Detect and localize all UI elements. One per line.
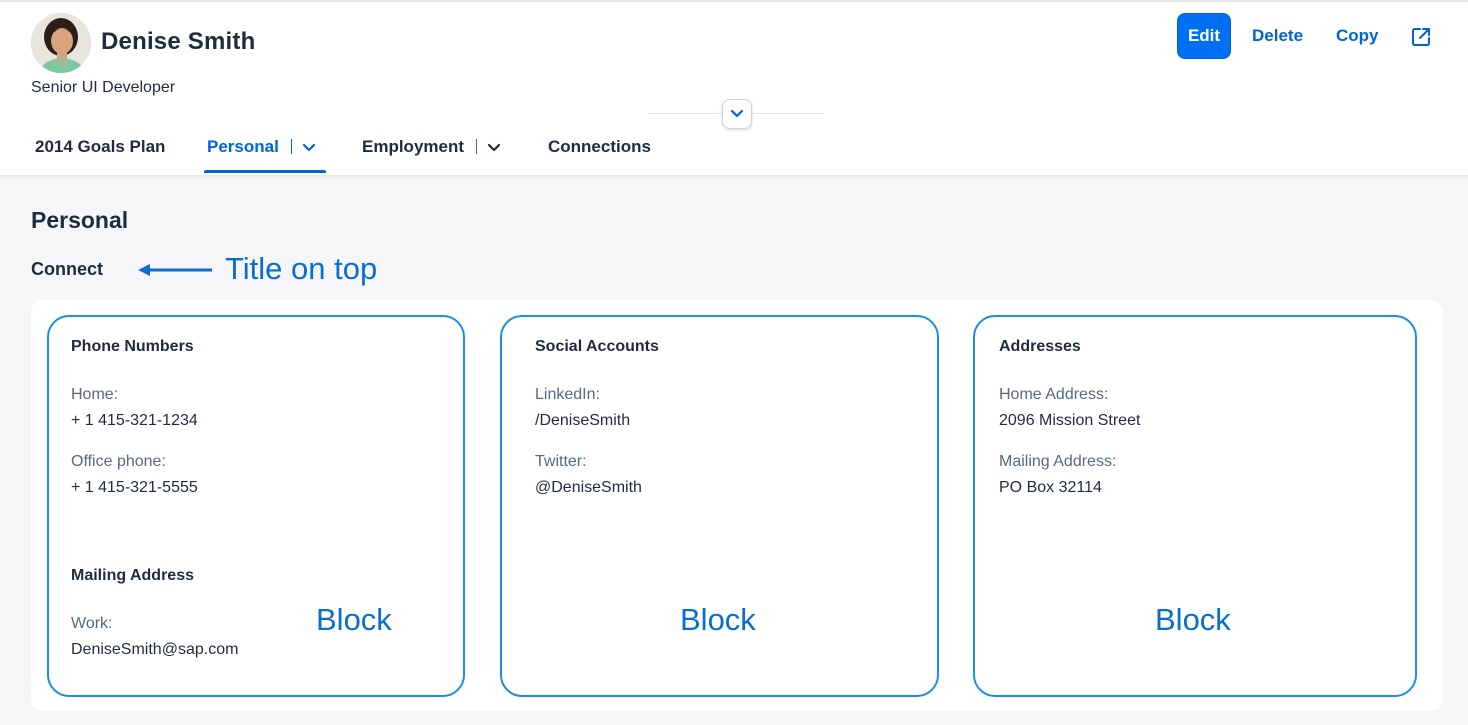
field-value: DeniseSmith@sap.com <box>71 641 239 658</box>
field-value: PO Box 32114 <box>999 479 1102 496</box>
block-addresses <box>973 315 1417 697</box>
field-value: @DeniseSmith <box>535 479 642 496</box>
annotation-block: Block <box>680 602 756 637</box>
tab-personal[interactable]: Personal <box>207 137 316 173</box>
group-title: Social Accounts <box>535 338 659 355</box>
profile-subtitle: Senior UI Developer <box>31 79 176 96</box>
tab-selected-indicator <box>204 170 326 173</box>
field-value: + 1 415-321-5555 <box>71 479 198 496</box>
field-label: Work: <box>71 615 113 632</box>
field-label: Office phone: <box>71 453 166 470</box>
field-label: Home: <box>71 386 119 403</box>
tab-employment[interactable]: Employment <box>362 137 501 173</box>
copy-button[interactable]: Copy <box>1336 26 1379 46</box>
field-label: Mailing Address: <box>999 453 1117 470</box>
tab-separator <box>290 139 292 154</box>
group-title: Phone Numbers <box>71 338 194 355</box>
group-title: Mailing Address <box>71 567 194 584</box>
delete-button[interactable]: Delete <box>1252 26 1303 46</box>
annotation-title-on-top: Title on top <box>225 251 378 286</box>
avatar <box>31 13 91 73</box>
chevron-down-icon[interactable] <box>302 138 316 158</box>
collapse-header-button[interactable] <box>722 99 752 129</box>
tab-connections[interactable]: Connections <box>548 137 651 173</box>
edit-button[interactable]: Edit <box>1177 13 1231 59</box>
section-title: Personal <box>31 207 129 233</box>
subsection-title: Connect <box>31 259 103 279</box>
tab-label: Employment <box>362 137 465 156</box>
group-title: Addresses <box>999 338 1081 355</box>
field-label: Home Address: <box>999 386 1109 403</box>
share-icon[interactable] <box>1410 26 1432 48</box>
tab-label: 2014 Goals Plan <box>35 137 166 156</box>
profile-name: Denise Smith <box>101 28 256 55</box>
annotation-block: Block <box>316 602 392 637</box>
tab-label: Personal <box>207 137 279 156</box>
chevron-down-icon[interactable] <box>487 138 501 158</box>
block-phone-numbers <box>47 315 465 697</box>
field-value: /DeniseSmith <box>535 412 631 429</box>
tab-label: Connections <box>548 137 651 156</box>
arrow-left-icon <box>138 264 212 276</box>
field-value: + 1 415-321-1234 <box>71 412 198 429</box>
tab-goals-plan[interactable]: 2014 Goals Plan <box>35 137 165 173</box>
tab-separator <box>476 139 478 154</box>
block-social-accounts <box>500 315 939 697</box>
field-label: Twitter: <box>535 453 587 470</box>
annotation-block: Block <box>1155 602 1231 637</box>
chevron-down-icon <box>730 109 744 118</box>
field-label: LinkedIn: <box>535 386 600 403</box>
field-value: 2096 Mission Street <box>999 412 1141 429</box>
